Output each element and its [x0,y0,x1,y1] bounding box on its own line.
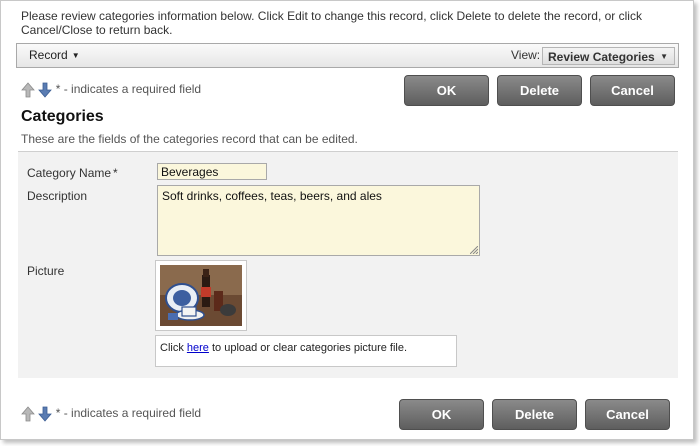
resize-handle-icon[interactable] [470,246,478,254]
cancel-button[interactable]: Cancel [590,75,675,106]
required-note-text: * - indicates a required field [55,406,202,421]
description-value: Soft drinks, coffees, teas, beers, and a… [162,189,382,203]
required-note-top: * - indicates a required field [21,82,201,100]
category-name-label: Category Name * [27,166,118,180]
required-mark: * [113,166,118,180]
delete-button-bottom[interactable]: Delete [492,399,577,430]
caret-down-icon: ▼ [660,52,668,61]
upload-prefix-text: Click [160,342,187,354]
form-panel: Category Name * Beverages Description Sof… [18,151,678,378]
picture-label: Picture [27,264,65,278]
action-toolbar: Record ▼ View: Review Categories ▼ [16,43,679,68]
section-title: Categories [21,108,104,125]
delete-button[interactable]: Delete [497,75,582,106]
section-description: These are the fields of the categories r… [21,132,358,146]
view-selector[interactable]: Review Categories ▼ [542,47,675,65]
category-name-label-text: Category Name [27,166,112,180]
upload-instructions: Click here to upload or clear categories… [155,335,457,367]
description-label: Description [27,189,88,203]
ok-button[interactable]: OK [404,75,489,106]
upload-suffix-text: to upload or clear categories picture fi… [208,342,408,354]
record-menu[interactable]: Record ▼ [29,48,80,62]
arrow-up-icon[interactable] [21,406,35,422]
cancel-button-bottom[interactable]: Cancel [585,399,670,430]
record-menu-label: Record [29,48,68,62]
arrow-up-icon[interactable] [21,82,35,98]
view-selected-label: Review Categories [548,50,655,64]
upload-link[interactable]: here [187,342,209,354]
category-name-field[interactable]: Beverages [157,163,267,180]
ok-button-bottom[interactable]: OK [399,399,484,430]
arrow-down-icon[interactable] [38,82,53,98]
beverages-image [160,265,242,326]
arrow-down-icon[interactable] [38,406,53,422]
category-picture [155,260,247,331]
intro-text: Please review categories information bel… [21,9,642,37]
page-frame: Please review categories information bel… [0,0,694,440]
caret-down-icon: ▼ [71,51,80,60]
description-field[interactable]: Soft drinks, coffees, teas, beers, and a… [157,185,480,256]
required-note-bottom: * - indicates a required field [21,406,201,424]
view-label: View: [511,48,541,62]
required-note-text: * - indicates a required field [55,82,202,97]
